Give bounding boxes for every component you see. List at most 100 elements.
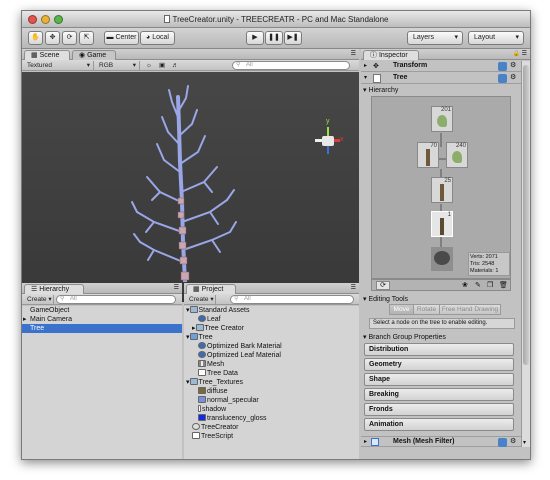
panel-menu-icon[interactable]: ☰	[351, 284, 356, 291]
help-icon[interactable]	[498, 74, 507, 83]
pivot-mode-button[interactable]: ▬ Center	[104, 31, 139, 45]
list-item[interactable]: ▸ Main Camera	[22, 315, 182, 324]
list-item[interactable]: TreeScript	[184, 432, 359, 441]
expand-arrow-icon[interactable]: ▾	[186, 379, 190, 386]
tree-hierarchy-view[interactable]: 201 70 240 25 1 Verts: 2071 Tris: 2548 M…	[371, 96, 511, 279]
lighting-toggle[interactable]: ☼	[143, 61, 155, 70]
layout-dropdown[interactable]: Layout ▾	[468, 31, 524, 45]
section-shape[interactable]: Shape	[364, 373, 514, 386]
rotate-mode-button[interactable]: Rotate	[413, 304, 440, 315]
list-item[interactable]: translucency_gloss	[184, 414, 359, 423]
list-item[interactable]: Tree Data	[184, 369, 359, 378]
mesh-filter-component-header[interactable]: ▸ Mesh (Mesh Filter) ⚙	[361, 436, 521, 447]
scene-viewport[interactable]: y x	[22, 72, 359, 302]
duplicate-icon[interactable]: ❐	[487, 281, 493, 289]
list-item[interactable]: ▾ Tree_Textures	[184, 378, 359, 387]
gear-icon[interactable]: ⚙	[510, 73, 516, 81]
freehand-mode-button[interactable]: Free Hand Drawing	[439, 304, 501, 315]
close-icon[interactable]	[28, 15, 37, 24]
hierarchy-create-dropdown[interactable]: Create ▾	[24, 295, 54, 304]
pause-button[interactable]: ❚❚	[265, 31, 283, 45]
project-search-input[interactable]: ⚲ All	[230, 295, 354, 304]
panel-menu-icon[interactable]: ☰	[174, 284, 179, 291]
scroll-down-icon[interactable]: ▾	[523, 439, 526, 446]
help-icon[interactable]	[498, 62, 507, 71]
layers-dropdown[interactable]: Layers ▾	[407, 31, 463, 45]
render-mode-dropdown[interactable]: Textured ▾	[24, 61, 94, 70]
inspector-scrollbar[interactable]: ▾	[521, 61, 530, 447]
chevron-down-icon: ▾	[86, 62, 90, 69]
tab-game[interactable]: ◉ Game	[72, 50, 116, 60]
expand-arrow-icon[interactable]: ▸	[23, 315, 27, 324]
collapse-arrow-icon[interactable]: ▾	[364, 74, 367, 81]
tree-node-branch-selected[interactable]: 1	[431, 211, 453, 237]
zoom-icon[interactable]	[54, 15, 63, 24]
lock-icon[interactable]: 🔒	[513, 50, 520, 57]
list-item[interactable]: diffuse	[184, 387, 359, 396]
play-button[interactable]: ▶	[246, 31, 264, 45]
add-branch-group-icon[interactable]: ✎	[475, 281, 481, 289]
section-animation[interactable]: Animation	[364, 418, 514, 431]
minimize-icon[interactable]	[41, 15, 50, 24]
tab-inspector[interactable]: ⓘ Inspector	[363, 50, 419, 60]
panel-menu-icon[interactable]: ☰	[351, 50, 356, 57]
refresh-button[interactable]: ⟳	[376, 281, 390, 290]
list-item[interactable]: Mesh	[184, 360, 359, 369]
list-item[interactable]: ▾ Tree	[184, 333, 359, 342]
expand-arrow-icon[interactable]: ▸	[364, 62, 367, 69]
list-item[interactable]: GameObject	[22, 306, 182, 315]
tree-component-header[interactable]: ▾ Tree ⚙	[361, 73, 521, 84]
expand-arrow-icon[interactable]: ▾	[186, 334, 190, 341]
list-item[interactable]: ▾ Standard Assets	[184, 306, 359, 315]
color-mode-dropdown[interactable]: RGB ▾	[96, 61, 140, 70]
audio-toggle[interactable]: ♬	[169, 61, 181, 70]
move-tool-button[interactable]: ✥	[45, 31, 60, 45]
section-breaking[interactable]: Breaking	[364, 388, 514, 401]
tab-hierarchy[interactable]: ☰ Hierarchy	[24, 284, 84, 294]
render-mode-label: Textured	[27, 62, 52, 69]
tree-node-leaf[interactable]: 240	[446, 142, 468, 168]
section-distribution[interactable]: Distribution	[364, 343, 514, 356]
help-icon[interactable]	[498, 438, 507, 447]
gear-icon[interactable]: ⚙	[510, 61, 516, 69]
rotate-tool-button[interactable]: ⟳	[62, 31, 77, 45]
hierarchy-search-input[interactable]: ⚲ All	[56, 295, 176, 304]
section-geometry[interactable]: Geometry	[364, 358, 514, 371]
list-item[interactable]: Optimized Leaf Material	[184, 351, 359, 360]
list-item-selected[interactable]: Tree	[22, 324, 182, 333]
step-button[interactable]: ▶❚	[284, 31, 302, 45]
move-mode-button[interactable]: Move	[389, 304, 414, 315]
tab-project[interactable]: ▦ Project	[186, 284, 236, 294]
tree-node-branch[interactable]: 70	[417, 142, 439, 168]
tree-node-branch[interactable]: 25	[431, 177, 453, 203]
list-item[interactable]: ▸ Tree Creator	[184, 324, 359, 333]
editing-hint: Select a node on the tree to enable edit…	[369, 318, 515, 329]
expand-arrow-icon[interactable]: ▸	[192, 325, 196, 332]
list-item-label: Leaf	[207, 316, 221, 323]
tab-scene[interactable]: ▦ Scene	[24, 50, 70, 60]
list-item[interactable]: Optimized Bark Material	[184, 342, 359, 351]
add-leaf-group-icon[interactable]: ❀	[462, 281, 468, 289]
panel-menu-icon[interactable]: ☰	[522, 50, 527, 57]
scrollbar-thumb[interactable]	[523, 65, 529, 365]
tree-node-leaf[interactable]: 201	[431, 106, 453, 132]
scale-tool-button[interactable]: ⇱	[79, 31, 94, 45]
transform-component-header[interactable]: ▸ ✥ Transform ⚙	[361, 61, 521, 72]
scene-gizmo[interactable]: y x	[315, 118, 345, 158]
list-item[interactable]: normal_specular	[184, 396, 359, 405]
section-fronds[interactable]: Fronds	[364, 403, 514, 416]
list-item[interactable]: shadow	[184, 405, 359, 414]
list-item[interactable]: TreeCreator	[184, 423, 359, 432]
gear-icon[interactable]: ⚙	[510, 437, 516, 445]
pivot-rotation-button[interactable]: ◕ Local	[140, 31, 175, 45]
trash-icon[interactable]: 🗑	[499, 281, 508, 289]
project-create-dropdown[interactable]: Create ▾	[186, 295, 216, 304]
scene-search-input[interactable]: ⚲ All	[232, 61, 350, 70]
hand-tool-button[interactable]: ✋	[28, 31, 43, 45]
tree-node-root[interactable]	[431, 247, 453, 271]
expand-arrow-icon[interactable]: ▸	[364, 438, 367, 445]
expand-arrow-icon[interactable]: ▾	[186, 307, 190, 314]
image-toggle[interactable]: ▣	[156, 61, 168, 70]
list-item[interactable]: Leaf	[184, 315, 359, 324]
checkbox-icon[interactable]	[373, 74, 381, 83]
